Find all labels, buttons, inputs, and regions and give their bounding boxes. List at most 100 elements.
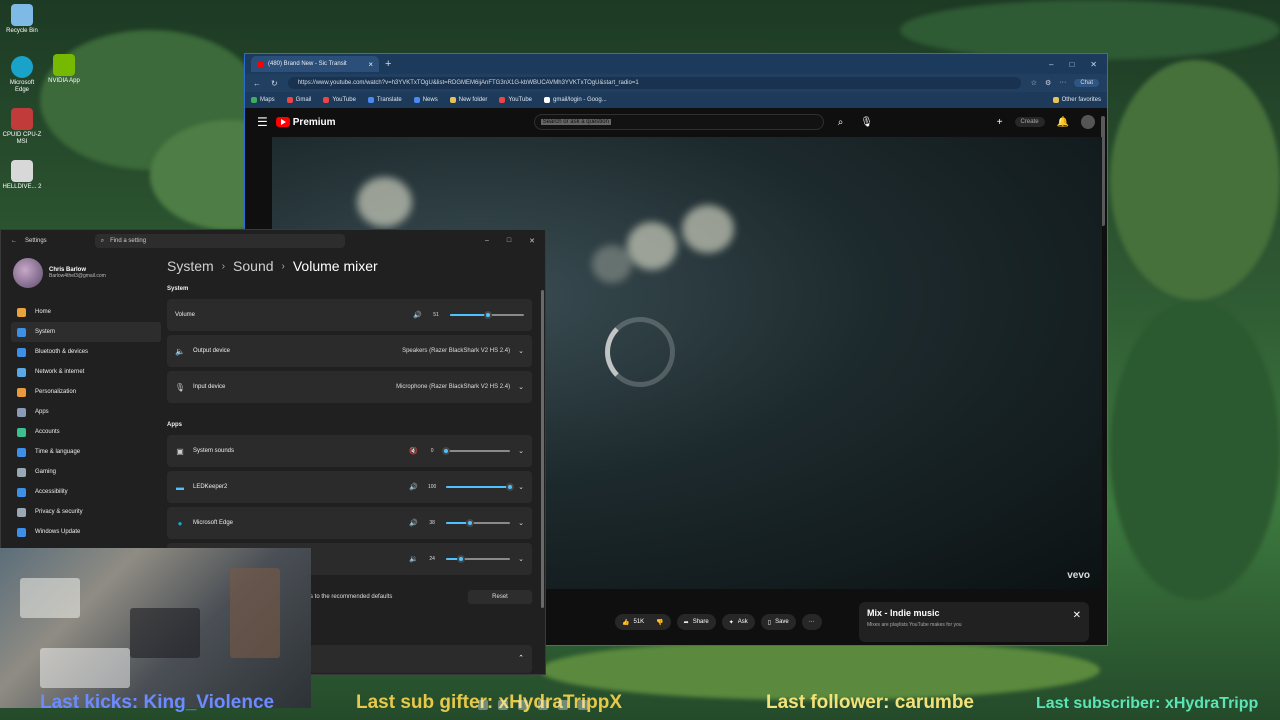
breadcrumb-system[interactable]: System <box>167 258 214 274</box>
like-button[interactable]: 👍 51K 👎 <box>615 614 671 630</box>
close-icon[interactable]: ✕ <box>1073 610 1081 621</box>
slider-thumb[interactable] <box>506 483 515 491</box>
user-profile[interactable]: Chris Barlow Barlow4thel3@gmail.com <box>13 258 106 288</box>
favorite-youtube-2[interactable]: YouTube <box>499 97 532 103</box>
nav-item-accessibility[interactable]: Accessibility <box>11 482 161 502</box>
more-actions-button[interactable]: ··· <box>801 614 822 630</box>
refresh-icon[interactable]: ↻ <box>271 79 278 88</box>
avatar[interactable] <box>1081 115 1095 129</box>
desktop-icon-recycle-bin[interactable]: Recycle Bin <box>2 4 42 50</box>
speaker-muted-icon[interactable]: 🔇 <box>409 447 418 455</box>
nav-item-apps[interactable]: Apps <box>11 402 161 422</box>
nav-item-home[interactable]: Home <box>11 302 161 322</box>
nav-item-accounts[interactable]: Accounts <box>11 422 161 442</box>
menu-icon[interactable]: ☰ <box>257 115 268 129</box>
app-volume-slider[interactable] <box>446 483 515 491</box>
chevron-down-icon[interactable]: ⌄ <box>518 483 524 491</box>
input-device-select[interactable]: Microphone (Razer BlackShark V2 HS 2.4) <box>396 384 510 390</box>
webcam-detail <box>40 648 130 688</box>
back-arrow-icon[interactable]: ← <box>11 238 17 244</box>
favorite-star-icon[interactable]: ☆ <box>1031 79 1037 87</box>
nav-item-bluetooth-devices[interactable]: Bluetooth & devices <box>11 342 161 362</box>
slider-thumb[interactable] <box>457 555 466 563</box>
favorite-youtube[interactable]: YouTube <box>323 97 356 103</box>
mix-playlist-panel[interactable]: Mix - Indie music Mixes are playlists Yo… <box>859 602 1089 642</box>
output-device-select[interactable]: Speakers (Razer BlackShark V2 HS 2.4) <box>402 348 510 354</box>
thumbs-down-icon[interactable]: 👎 <box>656 619 663 626</box>
youtube-search-input[interactable]: Search or ask a question <box>533 114 824 130</box>
nav-item-windows-update[interactable]: Windows Update <box>11 522 161 542</box>
taskbar-app-icon[interactable] <box>578 700 588 710</box>
more-icon[interactable]: ··· <box>1059 79 1066 87</box>
speaker-icon[interactable]: 🔊 <box>409 519 418 527</box>
chevron-down-icon[interactable]: ⌄ <box>518 519 524 527</box>
input-device-row[interactable]: 🎙 Input device Microphone (Razer BlackSh… <box>167 371 532 403</box>
close-tab-icon[interactable]: × <box>368 60 373 69</box>
search-icon[interactable]: ⌕ <box>832 113 850 131</box>
reset-button[interactable]: Reset <box>468 590 532 604</box>
slider-thumb[interactable] <box>466 519 475 527</box>
nav-item-time-language[interactable]: Time & language <box>11 442 161 462</box>
minimize-icon[interactable]: – <box>485 237 489 245</box>
microphone-icon[interactable]: 🎙 <box>858 113 876 131</box>
nav-item-personalization[interactable]: Personalization <box>11 382 161 402</box>
favorite-new-folder[interactable]: New folder <box>449 97 487 103</box>
volume-slider[interactable] <box>450 311 524 319</box>
settings-scrollbar[interactable] <box>541 290 544 608</box>
collapsible-section[interactable]: ⌃ <box>310 645 532 673</box>
desktop-icon-cpuz[interactable]: CPUID CPU-Z MSI <box>2 108 42 154</box>
taskbar-app-icon[interactable] <box>518 700 528 710</box>
create-plus-icon[interactable]: + <box>997 117 1003 128</box>
nav-item-system[interactable]: System <box>11 322 161 342</box>
create-button[interactable]: Create <box>1014 117 1045 127</box>
speaker-icon[interactable]: 🔉 <box>409 555 418 563</box>
favorite-maps[interactable]: Maps <box>251 97 275 103</box>
new-tab-icon[interactable]: + <box>385 58 391 70</box>
chat-button[interactable]: Chat <box>1074 79 1099 87</box>
browser-tab[interactable]: (480) Brand New - Sic Transit × <box>251 56 379 72</box>
close-icon[interactable]: ✕ <box>529 237 535 245</box>
taskbar-app-icon[interactable] <box>538 700 548 710</box>
youtube-logo[interactable]: Premium <box>275 117 336 128</box>
save-button[interactable]: ▯ Save <box>760 614 796 630</box>
nav-item-gaming[interactable]: Gaming <box>11 462 161 482</box>
taskbar-app-icon[interactable] <box>498 700 508 710</box>
favorite-gmail[interactable]: Gmail <box>286 97 311 103</box>
favorite-gmail-login[interactable]: gmail/login - Goog... <box>544 97 607 103</box>
chevron-down-icon[interactable]: ⌄ <box>518 555 524 563</box>
favorite-translate[interactable]: Translate <box>367 97 402 103</box>
url-field[interactable]: https://www.youtube.com/watch?v=h3YVKTxT… <box>287 77 1021 89</box>
desktop-icon-helldivers[interactable]: HELLDIVE... 2 <box>2 160 42 206</box>
speaker-icon[interactable]: 🔊 <box>413 311 422 319</box>
ask-button[interactable]: ✦ Ask <box>721 614 755 630</box>
desktop-icon-nvidia[interactable]: NVIDIA App <box>44 54 84 100</box>
slider-thumb[interactable] <box>483 311 492 319</box>
app-volume-slider[interactable] <box>442 447 511 455</box>
close-icon[interactable]: ✕ <box>1090 60 1097 69</box>
slider-thumb[interactable] <box>442 447 451 455</box>
extensions-icon[interactable]: ⚙ <box>1045 79 1051 87</box>
taskbar-app-icon[interactable] <box>558 700 568 710</box>
maximize-icon[interactable]: □ <box>507 237 511 245</box>
nav-item-privacy-security[interactable]: Privacy & security <box>11 502 161 522</box>
nav-item-network-internet[interactable]: Network & internet <box>11 362 161 382</box>
app-volume-slider[interactable] <box>446 555 511 563</box>
desktop-icon-edge[interactable]: Microsoft Edge <box>2 56 42 102</box>
output-device-row[interactable]: 🔈 Output device Speakers (Razer BlackSha… <box>167 335 532 367</box>
youtube-icon <box>323 97 330 103</box>
maps-icon <box>251 97 257 103</box>
minimize-icon[interactable]: – <box>1049 60 1053 69</box>
back-icon[interactable]: ← <box>253 79 261 88</box>
speaker-icon[interactable]: 🔊 <box>409 483 418 491</box>
chevron-down-icon[interactable]: ⌄ <box>518 447 524 455</box>
find-setting-input[interactable]: ⌕ Find a setting <box>94 234 345 248</box>
notifications-bell-icon[interactable]: 🔔 <box>1057 117 1069 128</box>
volume-label: Volume <box>175 312 196 318</box>
share-button[interactable]: ➦ Share <box>676 614 716 630</box>
other-favorites[interactable]: Other favorites <box>1052 97 1101 103</box>
favorite-news[interactable]: News <box>413 97 438 103</box>
app-volume-slider[interactable] <box>446 519 511 527</box>
maximize-icon[interactable]: □ <box>1069 60 1074 69</box>
taskbar-app-icon[interactable] <box>478 700 488 710</box>
breadcrumb-sound[interactable]: Sound <box>233 258 273 274</box>
